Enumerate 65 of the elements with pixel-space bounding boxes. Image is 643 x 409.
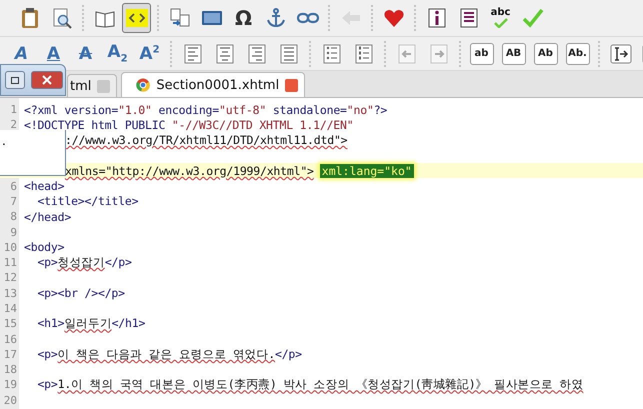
line-number: 12: [2, 271, 17, 284]
code-line: <body>: [24, 240, 64, 254]
code-line: <p><br /></p>: [36, 286, 125, 300]
checkmark-icon: [494, 18, 508, 28]
align-center-icon: [214, 42, 236, 64]
close-tab-icon[interactable]: [285, 78, 298, 92]
subscript-button[interactable]: A$_{2}$: [103, 38, 132, 68]
code-button[interactable]: [122, 3, 151, 33]
align-justify-icon: [278, 42, 300, 64]
outdent-icon: [396, 42, 418, 64]
line-number: 13: [2, 286, 17, 300]
restore-button[interactable]: [5, 71, 25, 89]
square-icon: [11, 76, 19, 84]
line-number: 16: [2, 332, 17, 346]
line-number: 15: [2, 317, 17, 330]
indent-icon: [428, 42, 450, 64]
anchor-icon: [264, 7, 286, 29]
split-pages-icon: [168, 7, 190, 29]
code-line: <!DOCTYPE html PUBLIC "-//W3C//DTD XHTML 1.1//EN": [24, 118, 354, 132]
file-tab[interactable]: Section0001.xhtml: [121, 72, 306, 97]
line-number: 8: [9, 210, 17, 224]
line-number: 17: [2, 348, 17, 361]
special-character-button[interactable]: Ω: [229, 3, 258, 33]
code-line: <h1>일러두기</h1>: [36, 316, 146, 332]
code-line: </head>: [24, 210, 72, 224]
code-line: <title></title>: [36, 194, 138, 208]
code-icon: [126, 7, 148, 29]
highlighted-code: xml:lang="ko": [320, 164, 414, 178]
line-number: 14: [2, 302, 17, 315]
line-number: 10: [2, 240, 17, 254]
spellcheck-button[interactable]: abc: [486, 3, 515, 33]
line-number: 11: [2, 256, 17, 270]
window-text: .: [2, 134, 6, 148]
code-line: <p>이 책은 다음과 같은 요령으로 엮었다.</p>: [36, 346, 302, 362]
code-line: ://www.w3.org/TR/xhtml11/DTD/xhtml11.dtd">: [65, 133, 348, 148]
list-book-icon: [458, 7, 480, 29]
checkmark-icon: [522, 7, 544, 29]
line-number: 7: [9, 194, 17, 208]
underline-button[interactable]: A: [39, 38, 68, 68]
close-button[interactable]: [31, 71, 63, 89]
close-icon: [42, 75, 52, 85]
info-book-icon: [426, 7, 448, 29]
code-line: <?xml version="1.0" encoding="utf-8" standalone="no"?>: [24, 102, 388, 117]
bulleted-list-icon: [320, 42, 342, 64]
line-number: 19: [2, 378, 17, 392]
code-line: <head>: [24, 179, 64, 194]
align-right-icon: [246, 42, 268, 64]
code-line: xmlns="http://www.w3.org/1999/xhtml">: [65, 164, 314, 178]
code-line: <p>청성잡기</p>: [36, 255, 132, 270]
align-left-icon: [182, 42, 204, 64]
numbered-list-icon: [352, 42, 374, 64]
file-tab[interactable]: tml: [67, 74, 118, 97]
magnifier-page-icon: [50, 7, 72, 29]
line-number: 6: [9, 180, 17, 193]
browser-globe-icon: [136, 78, 150, 92]
line-number: 1: [9, 103, 17, 116]
strike-button[interactable]: A: [71, 38, 100, 68]
superscript-button[interactable]: A$^{2}$: [135, 38, 164, 68]
code-line: <p>1.이 책의 국역 대본은 이병도(李丙燾) 박사 소장의 《청성잡기(靑城雜記)》 필사본으로 하였: [36, 377, 584, 392]
italic-button[interactable]: A: [7, 38, 36, 68]
line-number: 20: [2, 394, 17, 407]
line-number: 18: [2, 363, 17, 376]
line-number: 2: [9, 118, 17, 132]
line-number: 9: [9, 226, 17, 239]
heart-icon: [382, 7, 404, 29]
